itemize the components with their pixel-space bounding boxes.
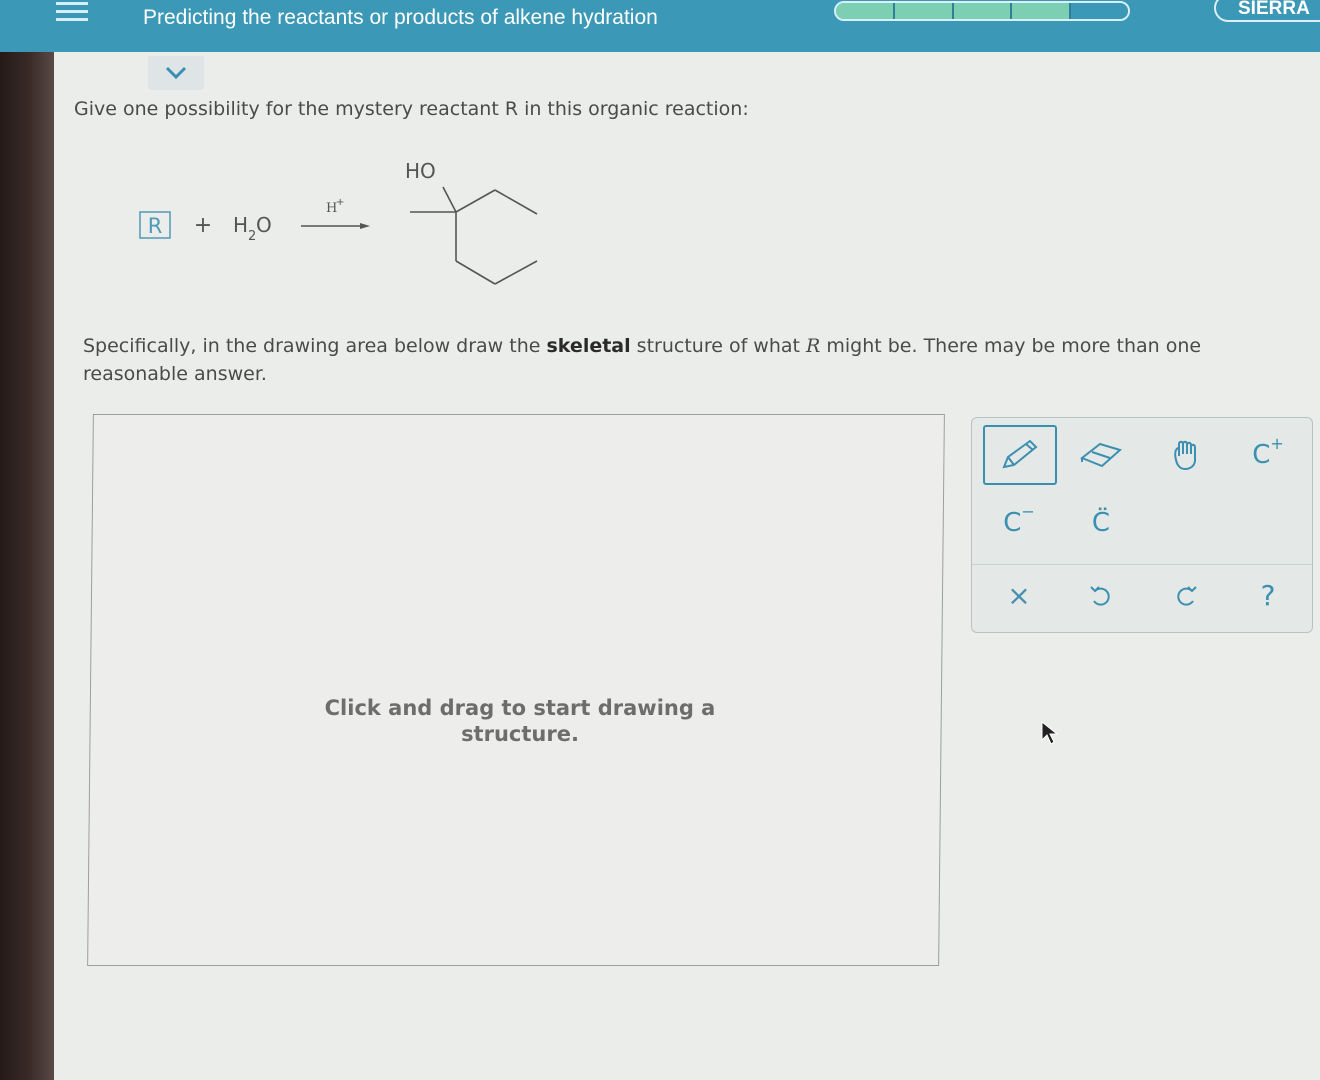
hand-tool-button[interactable] xyxy=(1150,426,1222,484)
water-h: H xyxy=(233,213,248,237)
lone-pair-label: C̈ xyxy=(1091,508,1111,538)
close-icon: × xyxy=(1007,578,1031,612)
progress-segment xyxy=(894,3,954,19)
undo-button[interactable] xyxy=(1065,566,1137,624)
undo-icon xyxy=(1090,586,1110,606)
progress-segment xyxy=(836,3,895,19)
water-o: O xyxy=(256,213,272,237)
eraser-icon xyxy=(1080,442,1123,468)
page-title: Predicting the reactants or products of … xyxy=(143,6,658,29)
hydroxyl-label: HO xyxy=(405,159,436,183)
lone-pair-tool-button[interactable]: C̈ xyxy=(1065,494,1137,552)
pencil-tool-button[interactable] xyxy=(983,425,1057,485)
cyclohexane-ring xyxy=(410,186,538,285)
anion-tool-button[interactable]: C − xyxy=(983,494,1055,552)
mouse-cursor-icon xyxy=(1041,720,1059,745)
pencil-icon xyxy=(1002,439,1038,469)
collapse-button[interactable] xyxy=(148,56,204,90)
catalyst-plus: + xyxy=(336,197,344,208)
reaction-scheme: R + H 2 O H + HO xyxy=(130,150,570,300)
instruction-bold: skeletal xyxy=(546,335,631,357)
carbocation-charge: + xyxy=(1270,433,1284,453)
reactant-label: R xyxy=(148,214,163,238)
menu-icon[interactable] xyxy=(56,2,88,24)
reaction-diagram: R + H 2 O H + HO xyxy=(139,159,538,285)
instruction-part: Specifically, in the drawing area below … xyxy=(83,335,547,357)
instruction-part: structure of what xyxy=(630,335,807,357)
hand-icon xyxy=(1174,440,1196,471)
header-bar: Predicting the reactants or products of … xyxy=(0,0,1320,52)
chevron-down-icon xyxy=(165,66,187,80)
carbanion-label: C xyxy=(1003,508,1022,538)
arrow-head xyxy=(360,223,370,229)
eraser-tool-button[interactable] xyxy=(1065,426,1137,484)
instruction-variable: R xyxy=(806,335,821,357)
screen-bezel xyxy=(0,0,54,1080)
brand-badge[interactable]: SIERRA xyxy=(1214,0,1320,22)
clear-button[interactable]: × xyxy=(983,566,1055,624)
redo-icon xyxy=(1177,586,1197,606)
progress-segment xyxy=(1012,3,1072,19)
drawing-toolbox: C + C − C̈ × ? xyxy=(971,417,1313,633)
redo-button[interactable] xyxy=(1150,566,1222,624)
help-icon: ? xyxy=(1260,578,1276,612)
drawing-canvas[interactable] xyxy=(87,414,945,966)
carbocation-label: C xyxy=(1252,440,1271,470)
carbanion-charge: − xyxy=(1021,501,1035,521)
toolbox-divider xyxy=(972,564,1312,565)
progress-bar xyxy=(834,1,1130,21)
plus-sign: + xyxy=(194,213,212,238)
progress-segment xyxy=(953,3,1013,19)
canvas-placeholder: Click and drag to start drawing a struct… xyxy=(324,696,716,746)
help-button[interactable]: ? xyxy=(1232,566,1304,624)
progress-segment xyxy=(1071,3,1128,19)
question-prompt: Give one possibility for the mystery rea… xyxy=(74,98,749,120)
cation-tool-button[interactable]: C + xyxy=(1232,426,1304,484)
instruction-text: Specifically, in the drawing area below … xyxy=(83,332,1273,388)
